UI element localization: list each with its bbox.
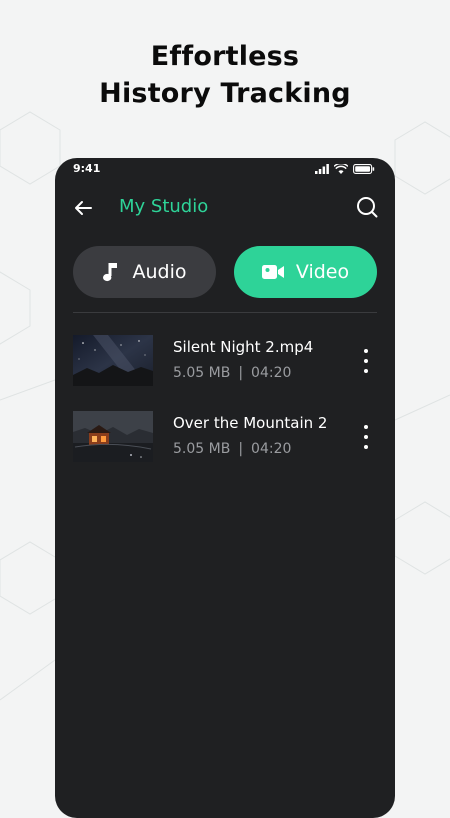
status-time: 9:41 [73, 162, 101, 175]
tab-audio[interactable]: Audio [73, 246, 216, 298]
meta-separator: | [238, 365, 244, 381]
tab-audio-label: Audio [132, 261, 187, 283]
video-camera-icon [261, 265, 284, 279]
divider [73, 312, 377, 313]
signal-icon [315, 164, 329, 174]
video-meta: 5.05 MB | 04:20 [173, 441, 291, 457]
wifi-icon [334, 164, 348, 174]
headline-line-2: History Tracking [99, 78, 351, 109]
music-note-icon [103, 263, 118, 282]
page-title: My Studio [119, 196, 209, 217]
more-options-icon[interactable] [359, 425, 373, 449]
headline: Effortless History Tracking [0, 38, 450, 112]
tab-video[interactable]: Video [234, 246, 377, 298]
night-sky-thumbnail [73, 335, 153, 386]
search-icon[interactable] [355, 195, 379, 219]
cabin-night-thumbnail [73, 411, 153, 462]
file-size: 5.05 MB [173, 365, 231, 381]
duration: 04:20 [251, 365, 292, 381]
video-title: Over the Mountain 2 [173, 414, 328, 432]
status-icons [315, 164, 375, 174]
tab-video-label: Video [295, 261, 350, 283]
list-item[interactable]: Over the Mountain 2 5.05 MB | 04:20 [73, 411, 377, 463]
phone-screen: 9:41 My Studio Audio Video Silent Night … [55, 158, 395, 818]
video-title: Silent Night 2.mp4 [173, 338, 314, 356]
file-size: 5.05 MB [173, 441, 231, 457]
duration: 04:20 [251, 441, 292, 457]
battery-icon [353, 164, 375, 174]
more-options-icon[interactable] [359, 349, 373, 373]
meta-separator: | [238, 441, 244, 457]
back-arrow-icon[interactable] [71, 196, 95, 220]
list-item[interactable]: Silent Night 2.mp4 5.05 MB | 04:20 [73, 335, 377, 387]
headline-line-1: Effortless [150, 41, 300, 72]
video-meta: 5.05 MB | 04:20 [173, 365, 291, 381]
